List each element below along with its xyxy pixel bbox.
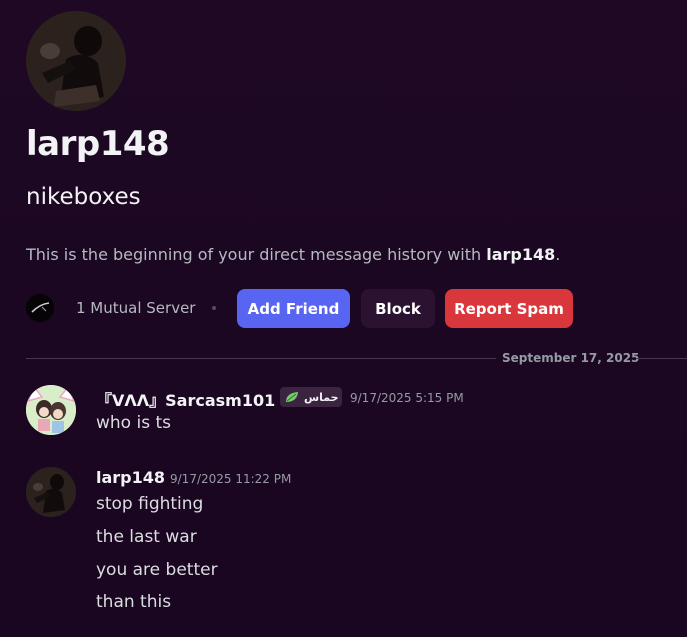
profile-avatar[interactable] [26,11,126,111]
message-avatar-larp148[interactable] [26,467,76,517]
message-timestamp[interactable]: 9/17/2025 5:15 PM [350,391,464,405]
message-text: you are better [96,560,218,580]
intro-suffix: . [555,245,561,264]
profile-username: larp148 [26,124,170,164]
message-text: the last war [96,527,197,547]
profile-display-name: nikeboxes [26,184,141,210]
message-text: than this [96,592,172,612]
block-button[interactable]: Block [361,289,435,328]
message-author[interactable]: 『VΛΛ』Sarcasm101 [96,387,275,411]
avatar-image [26,385,76,435]
avatar-image [26,11,126,111]
message-author[interactable]: larp148 [96,468,165,487]
dm-intro-text: This is the beginning of your direct mes… [26,245,560,264]
date-divider-line-right [636,358,687,359]
message-text: who is ts [96,413,171,433]
intro-prefix: This is the beginning of your direct mes… [26,245,487,264]
leaf-icon [284,390,300,404]
message-avatar-sarcasm101[interactable] [26,385,76,435]
message-text: stop fighting [96,494,204,514]
server-tag[interactable]: حماس [280,387,342,407]
server-tag-label: حماس [304,390,339,404]
report-spam-button[interactable]: Report Spam [445,289,573,328]
server-icon-image [26,294,54,322]
mutual-servers-link[interactable]: 1 Mutual Server [76,299,195,317]
profile-actions: 1 Mutual Server Add Friend Block Report … [26,289,586,328]
date-divider-line-left [26,358,496,359]
mutual-server-icon[interactable] [26,294,54,322]
add-friend-button[interactable]: Add Friend [237,289,350,328]
avatar-image [26,467,76,517]
date-divider: September 17, 2025 [502,351,640,365]
separator-dot [212,306,216,310]
intro-username: larp148 [486,245,556,264]
dm-channel: larp148 nikeboxes This is the beginning … [0,0,687,637]
message-timestamp[interactable]: 9/17/2025 11:22 PM [170,472,291,486]
